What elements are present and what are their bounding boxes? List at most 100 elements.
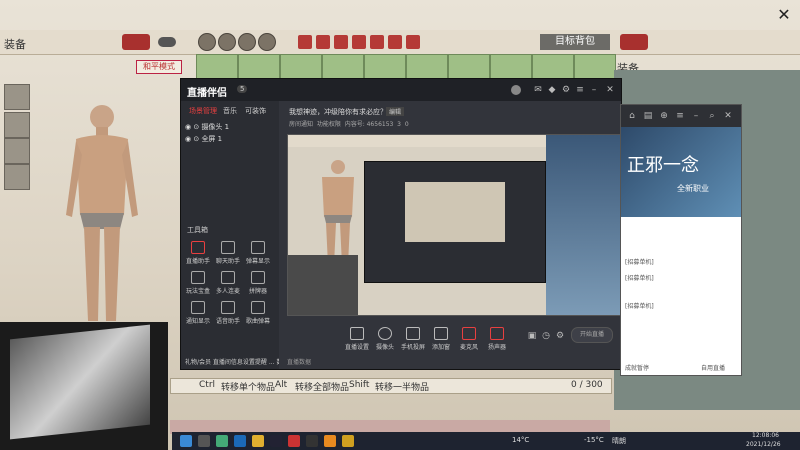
bag-count: 0 / 300	[571, 380, 603, 390]
app-logo: 直播伴侣	[187, 88, 227, 99]
edge-icon[interactable]	[234, 435, 246, 447]
target-bag-tab[interactable]: 目标背包	[540, 34, 610, 50]
category-icon-3[interactable]	[334, 35, 348, 49]
hint-key-shift: Shift	[349, 380, 370, 390]
tool-voice[interactable]: 语音助手	[215, 301, 241, 325]
equip-slot-1[interactable]	[4, 84, 30, 110]
search-icon[interactable]	[198, 435, 210, 447]
category-icon-5[interactable]	[370, 35, 384, 49]
hint-action-1: 转移单个物品	[221, 383, 276, 393]
stream-app-icon[interactable]	[288, 435, 300, 447]
preview-nested-game	[405, 182, 505, 242]
settings-icon[interactable]: ⚙	[561, 85, 571, 95]
tool-play-box[interactable]: 玩法宝盒	[185, 271, 211, 295]
banner-subtitle: 全新职业	[677, 184, 709, 193]
category-icon-2[interactable]	[316, 35, 330, 49]
speaker-button[interactable]: 扬声器	[481, 327, 513, 351]
close-icon[interactable]: ✕	[605, 85, 615, 95]
category-icon-4[interactable]	[352, 35, 366, 49]
folder-icon[interactable]	[252, 435, 264, 447]
equip-slot-2[interactable]	[4, 112, 30, 138]
status-left[interactable]: 成就暂停	[625, 363, 649, 372]
home-icon[interactable]: ⌂	[627, 111, 637, 121]
chat-line: [招募单机]	[625, 303, 654, 310]
skill-icon-1[interactable]	[198, 33, 216, 51]
character-model	[66, 105, 138, 321]
close-icon[interactable]: ✕	[775, 6, 793, 24]
category-icon-6[interactable]	[388, 35, 402, 49]
steam-icon[interactable]	[270, 435, 282, 447]
equip-title-left: 装备	[4, 38, 26, 51]
start-icon[interactable]	[180, 435, 192, 447]
chat-line: [招募单机]	[625, 275, 654, 282]
edit-room-button[interactable]: 编辑	[386, 107, 405, 116]
app-icon[interactable]	[216, 435, 228, 447]
tool-chat[interactable]: 聊天助手	[215, 241, 241, 265]
list-icon[interactable]: ≡	[675, 111, 685, 121]
menu-icon[interactable]: ≡	[575, 85, 585, 95]
equip-slot-3[interactable]	[4, 138, 30, 164]
emblem-icon-right[interactable]	[620, 34, 648, 50]
temperature[interactable]: -15°C	[584, 436, 604, 444]
weather-desc[interactable]: 晴朗	[612, 436, 626, 446]
category-icon-1[interactable]	[298, 35, 312, 49]
preview-nested-app	[364, 161, 546, 283]
skill-icon-4[interactable]	[258, 33, 276, 51]
tab-icon[interactable]: ▤	[643, 111, 653, 121]
scene-label: 全屏 1	[201, 135, 223, 143]
emblem-icon[interactable]	[122, 34, 150, 50]
tool-song[interactable]: 歌曲弹幕	[245, 301, 271, 325]
minimize-icon[interactable]: –	[589, 85, 599, 95]
browser-window: ⌂ ▤ ⊕ ≡ – ⌕ ✕ 正邪一念 全新职业 [招募单机] [招募单机] [招…	[620, 104, 742, 376]
skill-icon-2[interactable]	[218, 33, 236, 51]
record-icon[interactable]: ▣	[527, 331, 537, 341]
start-live-button[interactable]: 开始直播	[571, 327, 613, 343]
mode-toggle[interactable]	[158, 37, 176, 47]
tool-multi-mic[interactable]: 多人连麦	[215, 271, 241, 295]
settings-icon[interactable]: ⚙	[555, 331, 565, 341]
tab-music[interactable]: 音乐	[223, 106, 237, 116]
hint-key-alt: Alt	[275, 380, 288, 390]
skill-icon-3[interactable]	[238, 33, 256, 51]
status-right[interactable]: 自用直播	[701, 363, 725, 372]
tool-danmaku[interactable]: 弹幕显示	[245, 241, 271, 265]
app-version: 5	[237, 85, 248, 93]
peace-mode-button[interactable]: 和平模式	[136, 60, 182, 74]
scene-item-camera[interactable]: ◉ ⊙ 摄像头 1	[185, 122, 229, 132]
scene-item-screen[interactable]: ◉ ⊙ 全屏 1	[185, 134, 222, 144]
tab-scene[interactable]: 场景管理	[189, 106, 217, 116]
gift-icon[interactable]: ◆	[547, 85, 557, 95]
tool-live-assistant[interactable]: 直播助手	[185, 241, 211, 265]
tool-card[interactable]: 拼牌器	[245, 271, 271, 295]
room-title: 我想神迹，冲级陪你有求必应？！	[289, 108, 394, 116]
chat-line: [招募单机]	[625, 259, 654, 266]
transfer-hint-bar: Ctrl 转移单个物品 Alt 转移全部物品 Shift 转移一半物品 0 / …	[170, 378, 612, 394]
scene-label: 摄像头 1	[201, 123, 230, 131]
app-icon[interactable]	[342, 435, 354, 447]
avatar[interactable]	[511, 85, 521, 95]
banner-title: 正邪一念	[627, 155, 699, 176]
live-data-link[interactable]: 直播数据	[287, 357, 311, 366]
clock-time[interactable]: 12:08:06	[752, 432, 779, 439]
webcam-image	[10, 324, 150, 440]
stream-preview	[287, 134, 621, 316]
equip-slot-4[interactable]	[4, 164, 30, 190]
close-icon[interactable]: ✕	[723, 111, 733, 121]
clock-date[interactable]: 2021/12/26	[746, 441, 781, 448]
game-banner[interactable]: 正邪一念 全新职业	[621, 127, 741, 217]
toolbox-label: 工具箱	[187, 226, 208, 234]
message-icon[interactable]: ✉	[533, 85, 543, 95]
tool-notify[interactable]: 通知显示	[185, 301, 211, 325]
search-icon[interactable]: ⌕	[707, 111, 717, 121]
tab-decor[interactable]: 可装饰	[245, 106, 266, 116]
taskbar: 14°C -15°C 晴朗 12:08:06 2021/12/26	[172, 432, 800, 450]
timer-icon[interactable]: ◷	[541, 331, 551, 341]
gamepad-icon[interactable]: ⊕	[659, 111, 669, 121]
browser-toolbar: ⌂ ▤ ⊕ ≡ – ⌕ ✕	[621, 105, 741, 127]
minimize-icon[interactable]: –	[691, 111, 701, 121]
weather-widget[interactable]: 14°C	[512, 436, 529, 444]
room-meta: 房间通知 功能权限 内容号: 4656153 3 0	[289, 121, 409, 128]
app-icon[interactable]	[324, 435, 336, 447]
category-icon-7[interactable]	[406, 35, 420, 49]
m-icon[interactable]	[306, 435, 318, 447]
